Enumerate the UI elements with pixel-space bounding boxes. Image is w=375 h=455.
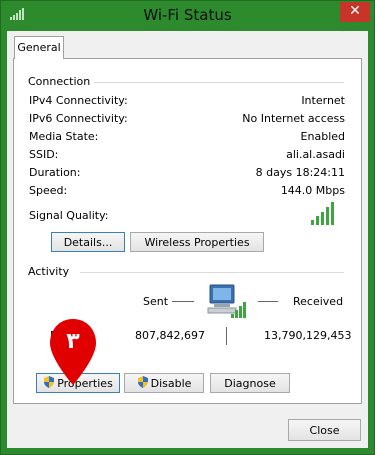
received-line (258, 301, 278, 302)
signal-quality-label: Signal Quality: (29, 209, 109, 222)
ssid-label: SSID: (29, 148, 59, 161)
ipv6-value: No Internet access (242, 112, 345, 125)
ipv6-label: IPv6 Connectivity: (29, 112, 128, 125)
network-computer-icon (204, 281, 246, 326)
ipv4-label: IPv4 Connectivity: (29, 94, 128, 107)
disable-button[interactable]: Disable (124, 373, 204, 393)
connection-divider (94, 82, 344, 83)
ssid-value: ali.al.asadi (286, 148, 345, 161)
uac-shield-icon (137, 375, 149, 394)
annotation-marker: ٣ (48, 317, 98, 387)
received-bytes-value: 13,790,129,453 (264, 329, 352, 342)
activity-divider-vertical (226, 327, 227, 345)
sent-label: Sent (143, 295, 169, 308)
signal-strength-icon (311, 201, 341, 225)
title-close-button[interactable]: ✕ (340, 2, 370, 22)
received-label: Received (293, 295, 344, 308)
disable-label: Disable (150, 377, 192, 390)
sent-line (172, 301, 194, 302)
duration-label: Duration: (29, 166, 81, 179)
diagnose-button[interactable]: Diagnose (210, 373, 290, 393)
general-tab-panel: Connection IPv4 Connectivity: Internet I… (13, 58, 362, 404)
activity-heading: Activity (28, 265, 70, 278)
duration-value: 8 days 18:24:11 (255, 166, 345, 179)
tab-general[interactable]: General (14, 36, 64, 59)
window-title: Wi-Fi Status (143, 6, 232, 24)
connection-heading: Connection (28, 75, 91, 88)
title-bar: Wi-Fi Status ✕ (1, 1, 374, 31)
speed-label: Speed: (29, 184, 68, 197)
wifi-status-window: Wi-Fi Status ✕ General Connection IPv4 C… (0, 0, 375, 455)
wireless-properties-button[interactable]: Wireless Properties (130, 232, 264, 252)
activity-divider (80, 272, 344, 273)
close-icon: ✕ (349, 3, 361, 19)
close-button[interactable]: Close (288, 419, 361, 441)
sent-bytes-value: 807,842,697 (135, 329, 205, 342)
speed-value: 144.0 Mbps (280, 184, 345, 197)
media-state-label: Media State: (29, 130, 99, 143)
details-button[interactable]: Details... (51, 232, 125, 252)
marker-number: ٣ (66, 329, 80, 354)
media-state-value: Enabled (300, 130, 345, 143)
dialog-client-area: General Connection IPv4 Connectivity: In… (7, 31, 368, 448)
ipv4-value: Internet (301, 94, 345, 107)
